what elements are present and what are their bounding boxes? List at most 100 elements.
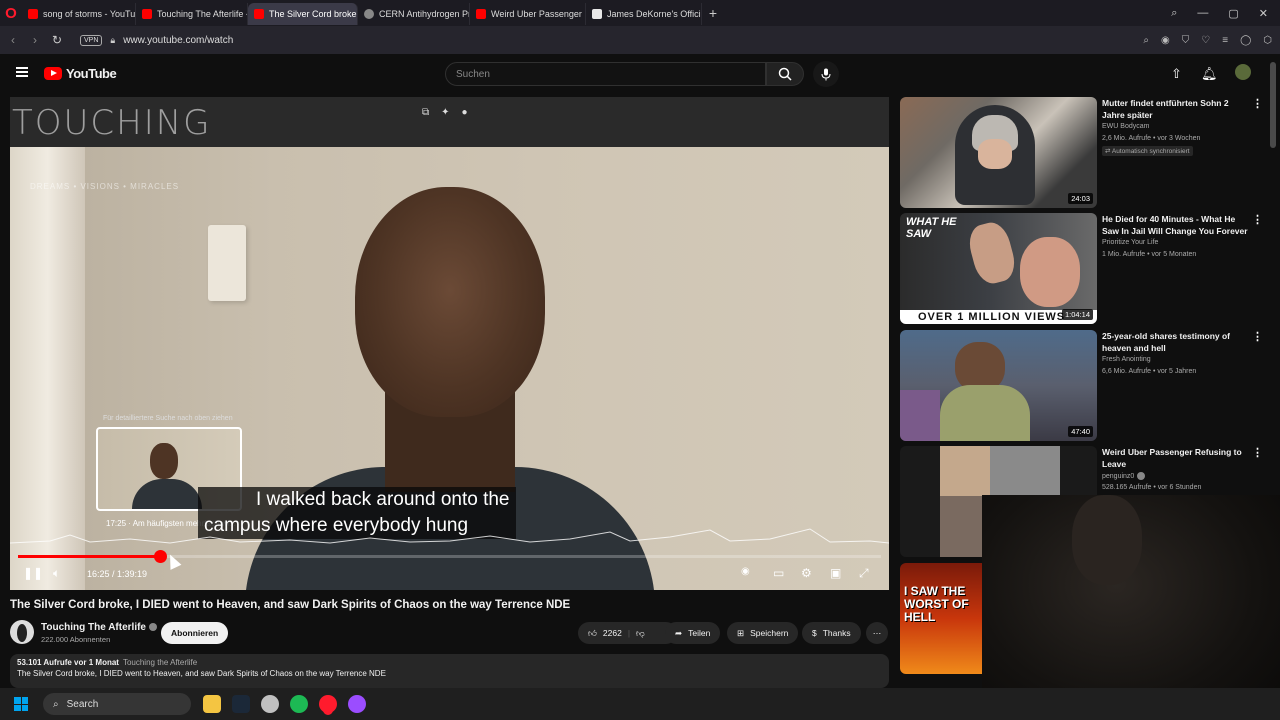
thumbs-up-icon[interactable]: 👍︎ (588, 628, 597, 639)
subtitles-icon[interactable]: ▭ (773, 566, 784, 580)
sparkle-icon[interactable]: ✦ (441, 107, 449, 118)
more-vertical-icon[interactable]: ⋮ (1252, 330, 1263, 343)
camera-icon[interactable]: ◉ (1161, 35, 1170, 46)
recommendation-meta: 1 Mio. Aufrufe • vor 5 Monaten (1102, 251, 1197, 258)
subscribe-button[interactable]: Abonnieren (161, 622, 229, 644)
address-bar: ‹ › ↻ VPN 🔒︎ www.youtube.com/watch ⌕ ◉ ⛉… (0, 26, 1280, 54)
more-vertical-icon[interactable]: ⋮ (1252, 97, 1263, 110)
app-icon[interactable] (261, 695, 279, 713)
globe-favicon-icon (364, 9, 374, 19)
address-bar-icons: ⌕ ◉ ⛉ ♡ ≡ ◯ ⬡ (1143, 26, 1272, 54)
recommendation-title[interactable]: 25-year-old shares testimony of heaven a… (1102, 330, 1250, 354)
upload-icon[interactable]: ⇧ (1171, 66, 1182, 82)
recommendation-thumbnail[interactable]: 47:40 (900, 330, 1097, 441)
tab-cern[interactable]: CERN Antihydrogen Proje (358, 3, 470, 25)
theater-mode-icon[interactable]: ▣ (830, 566, 841, 580)
thanks-button[interactable]: $ Thanks (802, 622, 861, 644)
description-box[interactable]: 53.101 Aufrufe vor 1 Monat Touching the A… (10, 654, 889, 688)
recommendation-meta: 528.165 Aufrufe • vor 6 Stunden (1102, 484, 1202, 491)
opera-icon[interactable] (319, 695, 337, 713)
tab-touching-afterlife[interactable]: Touching The Afterlife - Yo (136, 3, 248, 25)
recommendation-title[interactable]: He Died for 40 Minutes - What He Saw In … (1102, 213, 1250, 237)
tab-silver-cord[interactable]: The Silver Cord broke (248, 3, 358, 25)
sidebar-scrollbar[interactable] (1270, 62, 1276, 148)
minimize-icon[interactable]: — (1197, 7, 1208, 19)
reload-icon[interactable]: ↻ (46, 33, 68, 47)
progress-bar[interactable] (18, 550, 881, 563)
pause-icon[interactable]: ❚❚ (23, 566, 43, 580)
search-input[interactable]: Suchen (445, 62, 766, 86)
more-vertical-icon[interactable]: ⋮ (1252, 446, 1263, 459)
webcam-person (1072, 495, 1142, 585)
video-player[interactable]: TOUCHING DREAMS • VISIONS • MIRACLES ⧉ ✦… (10, 97, 889, 590)
youtube-favicon-icon (142, 9, 152, 19)
vpn-badge[interactable]: VPN (80, 34, 103, 46)
notifications-bell-icon[interactable]: 🔔︎ (1201, 66, 1218, 82)
spotify-icon[interactable] (290, 695, 308, 713)
recommendation-thumbnail[interactable]: 24:03 (900, 97, 1097, 208)
more-actions-button[interactable]: ⋯ (866, 622, 888, 644)
thanks-label: Thanks (822, 628, 851, 638)
subscriber-count: 222.000 Abonnenten (41, 635, 111, 644)
thumb-face (978, 139, 1012, 169)
new-tab-button[interactable]: + (702, 5, 724, 21)
forward-icon[interactable]: › (24, 33, 46, 47)
recommendation-thumbnail[interactable]: WHAT HE SAW OVER 1 MILLION VIEWS 1:04:14 (900, 213, 1097, 324)
search-icon[interactable]: ⌕ (1171, 7, 1177, 20)
account-avatar[interactable] (1235, 64, 1251, 80)
fullscreen-icon[interactable]: ⤢ (859, 566, 869, 581)
menu-icon[interactable]: ≡ (1222, 35, 1228, 46)
recommendation-meta: 2,6 Mio. Aufrufe • vor 3 Wochen (1102, 135, 1201, 142)
description-meta: 53.101 Aufrufe vor 1 Monat Touching the A… (17, 658, 882, 667)
description-tag[interactable]: Touching the Afterlife (123, 658, 197, 667)
youtube-logo[interactable]: YouTube (44, 66, 117, 81)
heart-icon[interactable]: ♡ (1201, 35, 1210, 46)
extension-icon[interactable]: ⬡ (1263, 35, 1272, 46)
save-button[interactable]: ⊞ Speichern (727, 622, 799, 644)
app-purple-icon[interactable] (348, 695, 366, 713)
record-icon[interactable]: ● (462, 107, 468, 118)
recommendation-channel[interactable]: Fresh Anointing (1102, 356, 1151, 363)
opera-logo-icon[interactable]: O (0, 0, 22, 26)
steam-icon[interactable] (232, 695, 250, 713)
recommendation-channel[interactable]: EWU Bodycam (1102, 123, 1149, 130)
duration-badge: 1:04:14 (1061, 309, 1093, 320)
hamburger-menu-icon[interactable] (16, 67, 28, 77)
thumbs-down-icon[interactable]: 👎︎ (636, 628, 645, 639)
recommendation-item[interactable]: 47:40 25-year-old shares testimony of he… (900, 330, 1268, 441)
verified-icon (1137, 472, 1146, 480)
tab-james-dekorne[interactable]: James DeKorne's Official V (586, 3, 702, 25)
settings-gear-icon[interactable]: ⚙ (801, 566, 812, 580)
back-icon[interactable]: ‹ (2, 33, 24, 47)
channel-name[interactable]: Touching The Afterlife (41, 622, 157, 633)
copy-icon[interactable]: ⧉ (422, 107, 429, 118)
like-count[interactable]: 2262 (603, 628, 622, 638)
recommendation-item[interactable]: 24:03 Mutter findet entführten Sohn 2 Ja… (900, 97, 1268, 208)
recommendation-channel[interactable]: penguinz0 (1102, 472, 1146, 480)
autoplay-toggle-icon[interactable]: ◉ (741, 566, 750, 577)
channel-watermark-subtitle: DREAMS • VISIONS • MIRACLES (30, 182, 180, 191)
file-explorer-icon[interactable] (203, 695, 221, 713)
volume-icon[interactable]: 🔈︎ (53, 566, 60, 581)
more-vertical-icon[interactable]: ⋮ (1252, 213, 1263, 226)
light-switch-background (208, 225, 246, 301)
search-button[interactable] (766, 62, 804, 86)
voice-search-button[interactable] (813, 61, 839, 87)
maximize-icon[interactable]: ▢ (1228, 7, 1238, 20)
search-icon[interactable]: ⌕ (1143, 35, 1149, 46)
recommendation-title[interactable]: Weird Uber Passenger Refusing to Leave (1102, 446, 1250, 470)
profile-icon[interactable]: ◯ (1240, 35, 1251, 46)
tab-song-of-storms[interactable]: song of storms - YouTube (22, 3, 136, 25)
windows-start-icon[interactable] (14, 697, 28, 711)
channel-avatar[interactable] (10, 620, 34, 644)
url-field[interactable]: www.youtube.com/watch (123, 35, 233, 46)
recommendation-item[interactable]: WHAT HE SAW OVER 1 MILLION VIEWS 1:04:14… (900, 213, 1268, 324)
taskbar-search[interactable]: ⌕ Search (43, 693, 191, 715)
recommendation-channel[interactable]: Prioritize Your Life (1102, 239, 1158, 246)
recommendation-title[interactable]: Mutter findet entführten Sohn 2 Jahre sp… (1102, 97, 1250, 121)
tab-weird-uber[interactable]: Weird Uber Passenger Ref (470, 3, 586, 25)
time-display: 16:25 / 1:39:19 (87, 569, 148, 579)
shield-icon[interactable]: ⛉ (1182, 35, 1190, 46)
share-button[interactable]: ➦ Teilen (665, 622, 721, 644)
close-icon[interactable]: ✕ (1259, 7, 1268, 20)
